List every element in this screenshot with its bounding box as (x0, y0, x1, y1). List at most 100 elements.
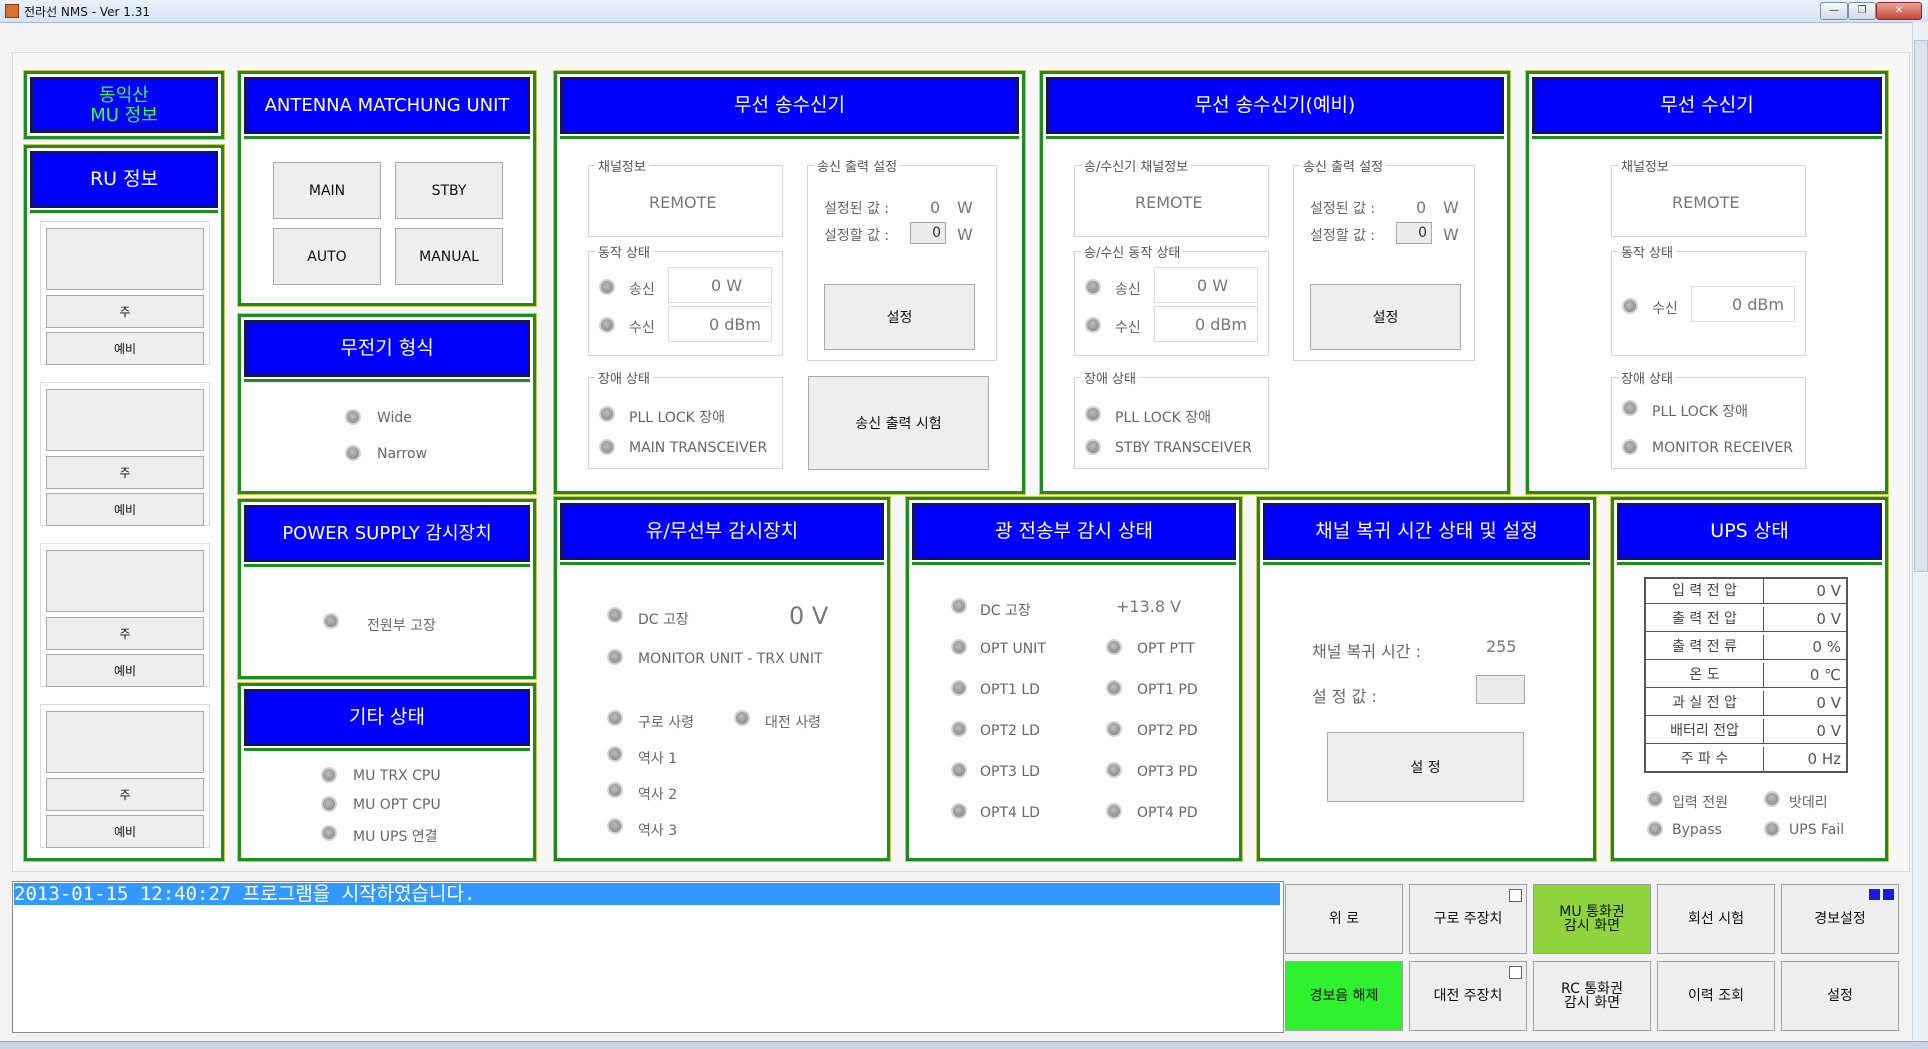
settings-button[interactable]: 설정 (1781, 961, 1899, 1031)
daejeon-main-checkbox[interactable] (1509, 966, 1522, 979)
recovery-set-button[interactable]: 설 정 (1327, 732, 1524, 802)
other-status-header-divider (244, 748, 530, 751)
station3-indicator (607, 818, 623, 834)
wide-indicator (345, 409, 361, 425)
tx-output-test-button[interactable]: 송신 출력 시험 (808, 376, 989, 470)
set-value: 0 (1416, 198, 1427, 217)
tx-main-op-group: 동작 상태 송신 0 W 수신 0 dBm (588, 242, 783, 356)
minimize-button[interactable]: — (1820, 2, 1848, 20)
table-row: 배터리 전압 0 V (1646, 719, 1846, 744)
daejeon-main-button[interactable]: 대전 주장치 (1409, 961, 1527, 1031)
set-value-unit: W (1443, 198, 1459, 217)
channel-group-title: 송/수신기 채널정보 (1081, 156, 1192, 175)
ups-value: 0 V (1816, 582, 1841, 600)
ru-spare-button[interactable]: 예비 (46, 815, 204, 848)
rx-indicator (1085, 317, 1101, 333)
rx-channel-group: 채널정보 REMOTE (1611, 156, 1806, 237)
line-test-button[interactable]: 회선 시험 (1657, 884, 1775, 954)
opt1-ld-indicator (951, 680, 967, 696)
ru-item-4: 주 예비 (40, 704, 210, 848)
rx-value-box: 0 dBm (1691, 286, 1795, 322)
opt3-pd-indicator (1106, 762, 1122, 778)
target-value-input[interactable]: 0 (910, 222, 946, 244)
opt2-ld-label: OPT2 LD (980, 723, 1040, 739)
ups-header: UPS 상태 (1617, 503, 1882, 560)
antenna-stby-button[interactable]: STBY (395, 162, 503, 219)
ups-header-divider (1617, 562, 1882, 565)
guro-main-button[interactable]: 구로 주장치 (1409, 884, 1527, 954)
tx-standby-panel: 무선 송수신기(예비) 송/수신기 채널정보 REMOTE 송/수신 동작 상태… (1039, 70, 1511, 495)
output-group-title: 송신 출력 설정 (814, 156, 901, 175)
ru-spare-button[interactable]: 예비 (46, 493, 204, 526)
station2-label: 역사 2 (638, 787, 678, 803)
power-supply-header-divider (244, 564, 530, 567)
tx-standby-op-group: 송/수신 동작 상태 송신 0 W 수신 0 dBm (1074, 242, 1269, 356)
monitor-receiver-label: MONITOR RECEIVER (1652, 440, 1793, 456)
tx-standby-output-group: 송신 출력 설정 설정된 값 : 0 W 설정할 값 : 0 W 설정 (1293, 156, 1475, 361)
ups-table: 입 력 전 압0 V 출 력 전 압0 V 출 력 전 류0 % 온 도0 ℃ … (1644, 577, 1848, 773)
main-transceiver-label: MAIN TRANSCEIVER (629, 440, 768, 456)
other-status-panel: 기타 상태 MU TRX CPU MU OPT CPU MU UPS 연결 (237, 682, 537, 862)
guro-main-checkbox[interactable] (1509, 889, 1522, 902)
maximize-button[interactable]: ❐ (1848, 2, 1876, 20)
app-icon (5, 4, 19, 18)
antenna-auto-button[interactable]: AUTO (273, 228, 381, 285)
ru-main-button[interactable]: 주 (46, 778, 204, 811)
tx-main-panel: 무선 송수신기 채널정보 REMOTE 동작 상태 송신 0 W 수신 0 dB… (553, 70, 1026, 495)
pll-fault-label: PLL LOCK 장애 (629, 410, 725, 426)
table-row: 입 력 전 압 0 V (1646, 579, 1846, 604)
close-button[interactable]: ✕ (1876, 2, 1922, 20)
tx-standby-header-divider (1046, 136, 1504, 139)
mu-info-header: 동익산 MU 정보 (30, 77, 218, 133)
monitor-unit-label: MONITOR UNIT - TRX UNIT (638, 651, 823, 667)
channel-value: REMOTE (1672, 193, 1740, 212)
radio-type-panel: 무전기 형식 Wide Narrow (237, 313, 537, 495)
ru-spare-button[interactable]: 예비 (46, 654, 204, 687)
scrollbar-thumb[interactable] (1914, 40, 1928, 572)
opt4-ld-label: OPT4 LD (980, 805, 1040, 821)
wiro-button[interactable]: 위 로 (1285, 884, 1403, 954)
mu-trx-cpu-label: MU TRX CPU (353, 768, 441, 784)
dc-voltage-value: +13.8 V (1116, 597, 1182, 616)
ups-key: 주 파 수 (1646, 747, 1764, 771)
ru-main-button[interactable]: 주 (46, 617, 204, 650)
mu-call-monitor-button[interactable]: MU 통화권 감시 화면 (1533, 884, 1651, 954)
tx-label: 송신 (629, 282, 655, 298)
recovery-set-input[interactable] (1476, 675, 1525, 704)
ups-value: 0 ℃ (1809, 666, 1841, 684)
tx-value-box: 0 W (668, 267, 772, 303)
antenna-manual-button[interactable]: MANUAL (395, 228, 503, 285)
opt3-ld-label: OPT3 LD (980, 764, 1040, 780)
daejeon-command-label: 대전 사령 (765, 715, 821, 731)
ru-spare-button[interactable]: 예비 (46, 332, 204, 365)
alarm-setting-button[interactable]: 경보설정 (1781, 884, 1899, 954)
antenna-main-button[interactable]: MAIN (273, 162, 381, 219)
alarm-release-button[interactable]: 경보음 해제 (1285, 961, 1403, 1031)
opt3-ld-indicator (951, 762, 967, 778)
target-value-unit: W (1443, 225, 1459, 244)
output-set-button[interactable]: 설정 (824, 284, 975, 350)
opt4-pd-label: OPT4 PD (1137, 805, 1198, 821)
opt-ptt-label: OPT PTT (1137, 641, 1195, 657)
ru-main-button[interactable]: 주 (46, 295, 204, 328)
rx-label: 수신 (1652, 301, 1678, 317)
output-set-button[interactable]: 설정 (1310, 284, 1461, 350)
fault-group-title: 장애 상태 (595, 368, 653, 387)
opt1-ld-label: OPT1 LD (980, 682, 1040, 698)
radio-type-header: 무전기 형식 (244, 320, 530, 377)
log-entry[interactable]: 2013-01-15 12:40:27 프로그램을 시작하였습니다. (14, 883, 1280, 905)
power-fault-label: 전원부 고장 (367, 618, 436, 634)
history-button[interactable]: 이력 조회 (1657, 961, 1775, 1031)
mu-opt-cpu-indicator (321, 796, 337, 812)
rc-call-monitor-button[interactable]: RC 통화권 감시 화면 (1533, 961, 1651, 1031)
ups-value: 0 V (1816, 722, 1841, 740)
rx-panel: 무선 수신기 채널정보 REMOTE 동작 상태 수신 0 dBm 장애 상태 … (1525, 70, 1889, 495)
rx-value: 0 dBm (709, 315, 761, 334)
opt-ptt-indicator (1106, 639, 1122, 655)
ru-main-button[interactable]: 주 (46, 456, 204, 489)
tx-standby-channel-group: 송/수신기 채널정보 REMOTE (1074, 156, 1269, 237)
target-value-input[interactable]: 0 (1396, 222, 1432, 244)
alarm-status-square (1869, 889, 1880, 900)
event-log[interactable]: 2013-01-15 12:40:27 프로그램을 시작하였습니다. (12, 881, 1284, 1033)
window-title: 전라선 NMS - Ver 1.31 (24, 5, 150, 19)
